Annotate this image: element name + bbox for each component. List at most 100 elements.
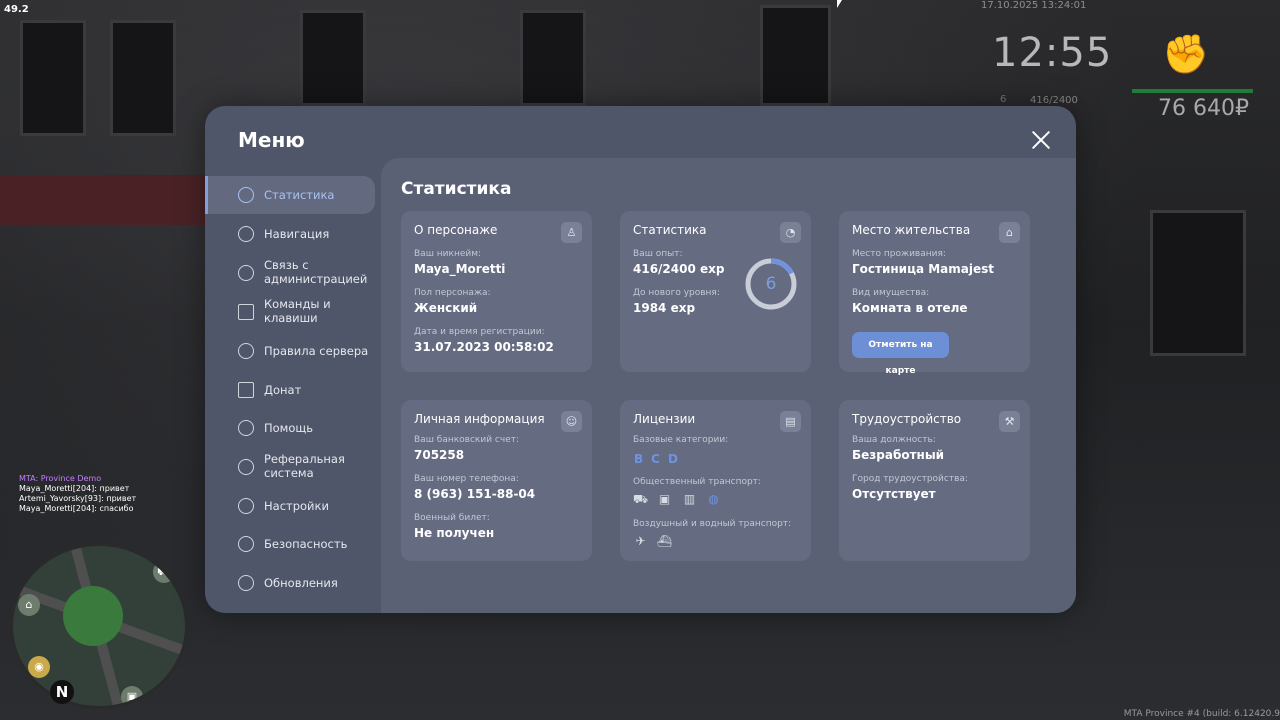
chart-pie-icon	[238, 187, 254, 203]
sidebar-item-navigation[interactable]: Навигация	[205, 215, 375, 253]
mark-on-map-button[interactable]: Отметить на карте	[852, 332, 949, 376]
property-label: Вид имущества:	[852, 288, 930, 298]
base-categories-label: Базовые категории:	[633, 435, 729, 445]
mouse-cursor-icon	[837, 0, 842, 8]
card-title: Личная информация	[414, 412, 545, 426]
license-category: C	[651, 452, 660, 466]
work-city-label: Город трудоустройства:	[852, 474, 968, 484]
document-icon	[238, 304, 254, 320]
background-window	[300, 10, 366, 106]
bus-icon: ⛟	[633, 492, 649, 506]
north-compass-icon: N	[50, 680, 74, 704]
sidebar-item-admin-contact[interactable]: Связь с администрацией	[205, 254, 375, 292]
gear-icon	[238, 498, 254, 514]
military-label: Военный билет:	[414, 513, 490, 523]
military-value: Не получен	[414, 526, 495, 540]
background-window	[20, 20, 86, 136]
refresh-check-icon	[238, 575, 254, 591]
close-button[interactable]	[1031, 130, 1051, 150]
phone-label: Ваш номер телефона:	[414, 474, 519, 484]
hud-datetime: 17.10.2025 13:24:01	[981, 0, 1087, 11]
hammer-icon: ⚒	[999, 411, 1020, 432]
sidebar-item-referral[interactable]: Реферальная система	[205, 448, 375, 486]
compass-icon	[238, 226, 254, 242]
nickname-value: Maya_Moretti	[414, 262, 506, 276]
bank-icon: ⌂	[18, 594, 40, 616]
card-personal-info: Личная информация ☺ Ваш банковский счет:…	[401, 400, 592, 561]
user-circle-icon: ☺	[561, 411, 582, 432]
card-title: Трудоустройство	[852, 412, 962, 426]
license-category: D	[668, 452, 678, 466]
hud-exp: 416/2400	[1030, 95, 1078, 106]
sidebar-item-statistics[interactable]: Статистика	[205, 176, 375, 214]
sidebar-item-updates[interactable]: Обновления	[205, 564, 375, 602]
car-icon: ⛟	[153, 561, 175, 583]
level-number: 6	[765, 274, 777, 294]
wallet-icon	[238, 382, 254, 398]
sidebar-item-label: Статистика	[264, 188, 335, 202]
heart-hand-icon	[238, 420, 254, 436]
position-label: Ваша должность:	[852, 435, 936, 445]
card-title: Место жительства	[852, 223, 971, 237]
next-level-value: 1984 exp	[633, 301, 696, 315]
hud-money: 76 640₽	[1158, 96, 1249, 121]
public-transport-label: Общественный транспорт:	[633, 477, 761, 487]
nickname-label: Ваш никнейм:	[414, 249, 482, 259]
sidebar-item-security[interactable]: Безопасность	[205, 525, 375, 563]
card-licenses: Лицензии ▤ Базовые категории: B C D Обще…	[620, 400, 811, 561]
sidebar-item-settings[interactable]: Настройки	[205, 487, 375, 525]
sidebar-item-rules[interactable]: Правила сервера	[205, 332, 375, 370]
residence-value: Гостиница Mamajest	[852, 262, 995, 276]
house-icon: ⌂	[999, 222, 1020, 243]
registration-value: 31.07.2023 00:58:02	[414, 340, 554, 354]
airplane-icon: ✈	[635, 534, 646, 548]
background-window	[520, 10, 586, 106]
background-window	[1150, 210, 1246, 356]
card-title: Лицензии	[633, 412, 696, 426]
chat-line: Maya_Moretti[204]: спасибо	[19, 504, 134, 513]
sidebar-item-label: Обновления	[264, 576, 338, 590]
gender-value: Женский	[414, 301, 478, 315]
menu-title: Меню	[238, 128, 305, 152]
background-awning	[0, 175, 230, 225]
metro-icon: ◍	[708, 492, 719, 506]
tram-icon: ▥	[683, 492, 696, 506]
sidebar-item-commands[interactable]: Команды и клавиши	[205, 293, 375, 331]
position-value: Безработный	[852, 448, 945, 462]
gender-label: Пол персонажа:	[414, 288, 491, 298]
sidebar-item-label: Связь с администрацией	[264, 258, 368, 286]
chat-line: Artemi_Yavorsky[93]: привет	[19, 494, 137, 503]
user-icon: ♙	[561, 222, 582, 243]
chat-line: Maya_Moretti[204]: привет	[19, 484, 130, 493]
card-title: Статистика	[633, 223, 707, 237]
next-level-label: До нового уровня:	[633, 288, 720, 298]
sidebar-item-help[interactable]: Помощь	[205, 409, 375, 447]
gamepad-icon: ◉	[28, 656, 50, 678]
hud-clock: 12:55	[992, 30, 1113, 76]
minimap-park	[63, 586, 123, 646]
fps-counter: 49.2	[4, 4, 29, 15]
sidebar-item-label: Помощь	[264, 421, 314, 435]
registration-label: Дата и время регистрации:	[414, 327, 545, 337]
sidebar-item-label: Настройки	[264, 499, 329, 513]
chat-box: MTA: Province Demo Maya_Moretti[204]: пр…	[19, 474, 136, 514]
chat-title: MTA: Province Demo	[19, 474, 102, 483]
hud-level: 6	[1000, 94, 1007, 105]
background-window	[760, 5, 831, 106]
shield-icon	[238, 536, 254, 552]
headset-icon	[238, 265, 254, 281]
sidebar-item-label: Команды и клавиши	[264, 297, 331, 325]
exp-label: Ваш опыт:	[633, 249, 683, 259]
sidebar-item-label: Донат	[264, 383, 302, 397]
sidebar-item-label: Навигация	[264, 227, 330, 241]
sidebar-item-donate[interactable]: Донат	[205, 371, 375, 409]
license-category: B	[634, 452, 644, 466]
trolleybus-icon: ▣	[658, 492, 671, 506]
card-employment: Трудоустройство ⚒ Ваша должность: Безраб…	[839, 400, 1030, 561]
card-title: О персонаже	[414, 223, 498, 237]
exp-value: 416/2400 exp	[633, 262, 725, 276]
scales-icon	[238, 343, 254, 359]
residence-label: Место проживания:	[852, 249, 946, 259]
health-bar	[1132, 89, 1253, 93]
chart-pie-icon: ◔	[780, 222, 801, 243]
